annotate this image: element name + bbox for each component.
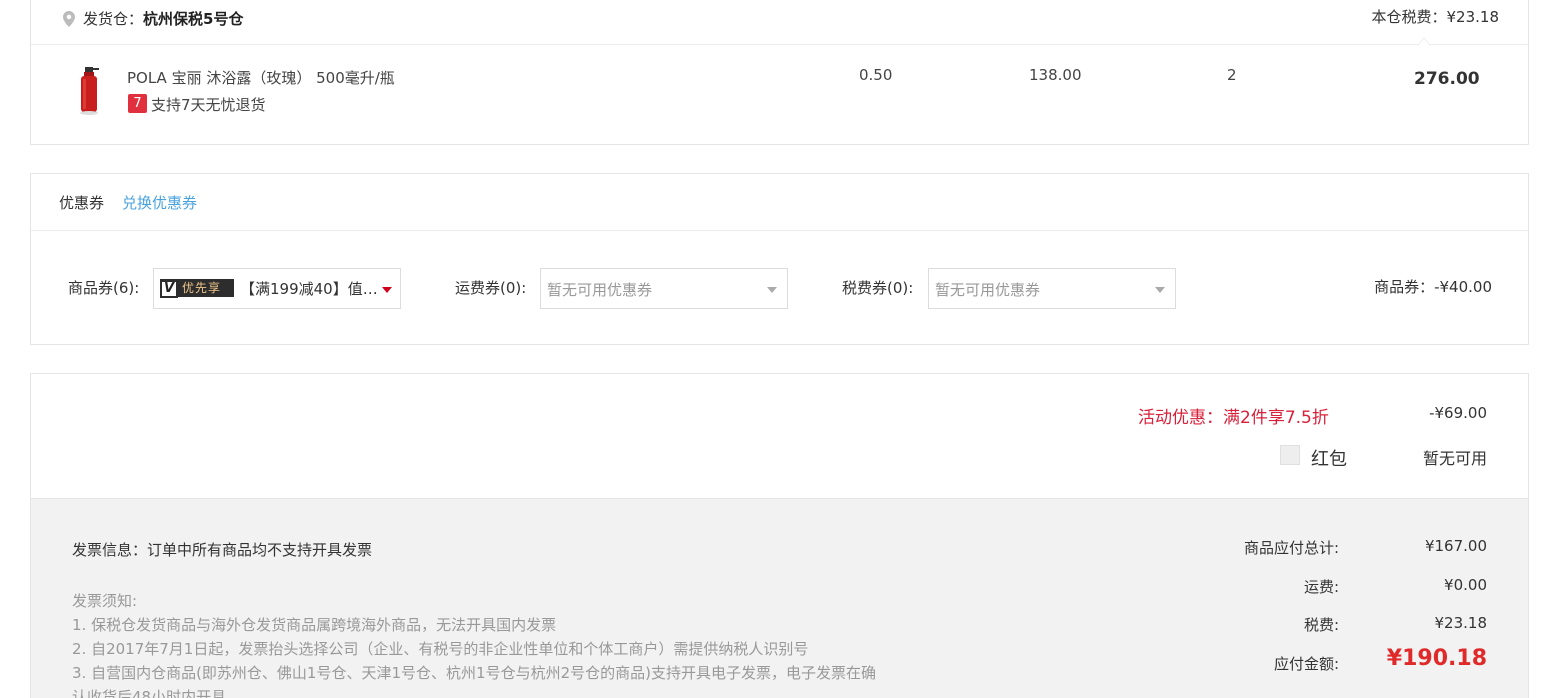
- invoice-totals-panel: 发票信息：订单中所有商品均不支持开具发票 发票须知: 1. 保税仓发货商品与海外…: [31, 498, 1528, 698]
- invoice-notes: 发票须知: 1. 保税仓发货商品与海外仓发货商品属跨境海外商品，无法开具国内发票…: [72, 589, 876, 698]
- chevron-down-icon: [382, 287, 392, 293]
- shipping-fee-value: ¥0.00: [1444, 576, 1487, 594]
- shipping-coupon-label: 运费券(0):: [455, 279, 527, 297]
- chevron-down-icon: [1155, 287, 1165, 293]
- coupon-section: 优惠券 兑换优惠券 商品券(6): V 优先享 【满199减40】值得买 运费券(…: [30, 173, 1529, 345]
- goods-coupon-value: 【满199减40】值得买: [240, 280, 380, 298]
- warehouse-label: 发货仓：杭州保税5号仓: [83, 10, 244, 28]
- product-quantity: 2: [1227, 66, 1237, 84]
- exchange-coupon-link[interactable]: 兑换优惠券: [122, 192, 197, 213]
- tax-fee-value: ¥23.18: [1434, 614, 1488, 632]
- goods-coupon-amount: 商品券：-¥40.00: [1374, 278, 1492, 296]
- product-name[interactable]: POLA 宝丽 沐浴露（玫瑰） 500毫升/瓶: [127, 67, 395, 88]
- product-subtotal: 276.00: [1414, 69, 1480, 89]
- product-image[interactable]: [75, 67, 103, 115]
- vip-v-icon: V: [160, 280, 178, 298]
- hongbao-value: 暂无可用: [1422, 449, 1487, 468]
- location-pin-icon: [63, 11, 75, 27]
- chevron-down-icon: [767, 287, 777, 293]
- promo-amount: -¥69.00: [1429, 404, 1487, 422]
- seven-day-return-icon: 7: [128, 94, 147, 113]
- warehouse-name: 杭州保税5号仓: [143, 10, 244, 28]
- product-unit-price: 138.00: [1029, 66, 1082, 84]
- invoice-note-line: 发票须知:: [72, 592, 138, 610]
- invoice-note-line: 2. 自2017年7月1日起，发票抬头选择公司（企业、有税号的非企业性单位和个体…: [72, 640, 809, 658]
- tax-coupon-select[interactable]: 暂无可用优惠券: [928, 268, 1176, 309]
- tax-coupon-label: 税费券(0):: [842, 279, 914, 297]
- goods-total-value: ¥167.00: [1424, 537, 1487, 555]
- tax-caret: [1418, 37, 1430, 45]
- product-tax-rate: 0.50: [859, 66, 893, 84]
- coupon-header: 优惠券 兑换优惠券: [31, 174, 1528, 231]
- amount-due-value: ¥190.18: [1386, 646, 1487, 671]
- invoice-note-line: 3. 自营国内仓商品(即苏州仓、佛山1号仓、天津1号仓、杭州1号仓与杭州2号仓的…: [72, 664, 876, 682]
- warehouse-section: 发货仓：杭州保税5号仓 本仓税费：¥23.18 POLA 宝丽 沐浴露（玫瑰） …: [30, 0, 1529, 145]
- invoice-note-line: 1. 保税仓发货商品与海外仓发货商品属跨境海外商品，无法开具国内发票: [72, 616, 557, 634]
- warehouse-header: 发货仓：杭州保税5号仓 本仓税费：¥23.18: [31, 0, 1528, 45]
- vip-priority-badge: V 优先享: [160, 279, 234, 298]
- goods-coupon-label: 商品券(6):: [68, 279, 140, 297]
- tax-coupon-placeholder: 暂无可用优惠券: [935, 281, 1041, 299]
- warehouse-tax: 本仓税费：¥23.18: [1371, 8, 1500, 26]
- hongbao-checkbox[interactable]: [1280, 445, 1300, 465]
- invoice-note-line: 认收货后48小时内开具: [72, 688, 227, 698]
- return-policy-text: 支持7天无忧退货: [151, 96, 266, 114]
- summary-section: 活动优惠：满2件享7.5折 -¥69.00 红包 暂无可用 发票信息：订单中所有…: [30, 373, 1529, 698]
- coupon-title: 优惠券: [59, 194, 105, 212]
- invoice-info: 发票信息：订单中所有商品均不支持开具发票: [72, 541, 373, 559]
- shipping-coupon-placeholder: 暂无可用优惠券: [547, 281, 653, 299]
- hongbao-label: 红包: [1311, 449, 1347, 470]
- shipping-coupon-select[interactable]: 暂无可用优惠券: [540, 268, 788, 309]
- promo-label: 活动优惠：满2件享7.5折: [1138, 408, 1329, 428]
- goods-coupon-select[interactable]: V 优先享 【满199减40】值得买: [153, 268, 401, 309]
